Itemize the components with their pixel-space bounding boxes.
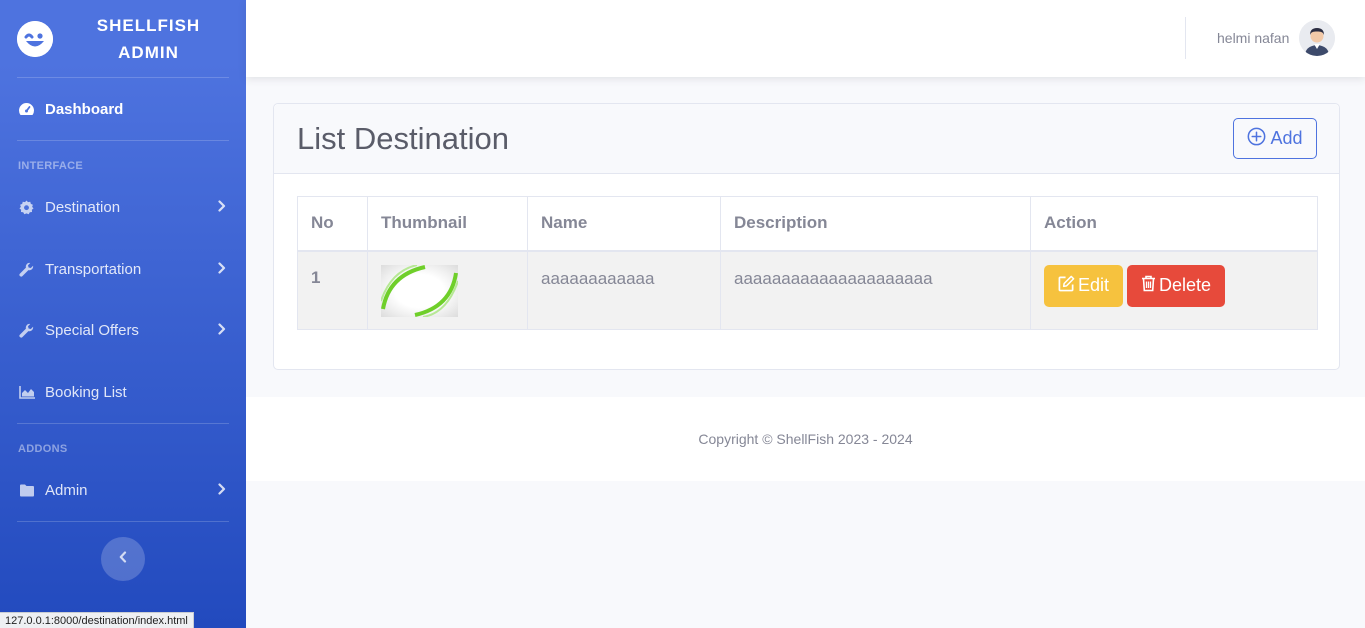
chevron-right-icon	[218, 482, 226, 498]
copyright-text: Copyright © ShellFish 2023 - 2024	[698, 431, 913, 447]
table-row: 1 aaaaaaaaaaaa aaaaaaaaaaaaaaaaaaaaa Edi…	[297, 250, 1318, 330]
edit-button[interactable]: Edit	[1044, 264, 1124, 307]
user-name[interactable]: helmi nafan	[1217, 30, 1289, 46]
chevron-right-icon	[218, 199, 226, 215]
sidebar: SHELLFISH ADMIN Dashboard INTERFACE Dest…	[0, 0, 246, 628]
brand-line-2: ADMIN	[118, 42, 179, 62]
edit-icon	[1058, 275, 1075, 297]
sidebar-item-destination[interactable]: Destination	[0, 191, 246, 223]
edit-button-label: Edit	[1078, 275, 1110, 295]
destination-description: aaaaaaaaaaaaaaaaaaaaa	[720, 250, 1031, 330]
sidebar-heading-addons: ADDONS	[0, 424, 246, 474]
row-number: 1	[297, 250, 368, 330]
sidebar-item-label: Admin	[45, 481, 88, 499]
plus-circle-icon	[1247, 127, 1266, 151]
brand-name: SHELLFISH ADMIN	[63, 12, 234, 66]
table-header-row: No Thumbnail Name Description Action	[297, 196, 1318, 252]
column-header[interactable]: Description	[720, 196, 1031, 252]
column-header[interactable]: Name	[527, 196, 721, 252]
sidebar-divider	[17, 521, 229, 522]
tachometer-icon	[18, 101, 35, 118]
delete-button[interactable]: Delete	[1127, 264, 1226, 307]
column-header[interactable]: Action	[1030, 196, 1318, 252]
browser-status-url: 127.0.0.1:8000/destination/index.html	[0, 612, 194, 628]
sidebar-heading-label: INTERFACE	[18, 160, 84, 172]
thumbnail-cell	[367, 250, 528, 330]
wrench-icon	[18, 261, 35, 278]
add-button[interactable]: Add	[1233, 118, 1317, 159]
avatar[interactable]	[1299, 20, 1335, 56]
delete-button-label: Delete	[1159, 275, 1212, 295]
wrench-icon	[18, 322, 35, 339]
sidebar-item-special-offers[interactable]: Special Offers	[0, 314, 246, 346]
sidebar-item-transportation[interactable]: Transportation	[0, 253, 246, 285]
sidebar-item-label: Special Offers	[45, 321, 139, 339]
cog-icon	[18, 199, 35, 216]
topbar-divider	[1185, 17, 1186, 59]
trash-icon	[1141, 275, 1156, 297]
sidebar-heading-label: ADDONS	[18, 443, 68, 455]
column-header[interactable]: No	[297, 196, 368, 252]
chevron-left-icon	[119, 550, 127, 568]
laugh-wink-icon	[17, 20, 53, 57]
column-header[interactable]: Thumbnail	[367, 196, 528, 252]
add-button-label: Add	[1270, 128, 1303, 148]
thumbnail-image	[381, 264, 458, 317]
brand-line-1: SHELLFISH	[96, 15, 201, 35]
sidebar-item-booking-list[interactable]: Booking List	[0, 376, 246, 408]
sidebar-brand[interactable]: SHELLFISH ADMIN	[0, 0, 246, 77]
sidebar-heading-interface: INTERFACE	[0, 141, 246, 191]
folder-icon	[18, 482, 35, 499]
destination-table: No Thumbnail Name Description Action 1 a…	[297, 196, 1318, 330]
chevron-right-icon	[218, 261, 226, 277]
action-cell: Edit Delete	[1030, 250, 1318, 330]
sidebar-item-label: Booking List	[45, 383, 127, 401]
chevron-right-icon	[218, 322, 226, 338]
sidebar-item-label: Destination	[45, 198, 121, 216]
footer: Copyright © ShellFish 2023 - 2024	[246, 397, 1365, 481]
sidebar-item-admin[interactable]: Admin	[0, 474, 246, 506]
chart-area-icon	[18, 384, 35, 401]
destination-card: List Destination Add No Thumbnail Name D…	[273, 103, 1340, 370]
sidebar-item-dashboard[interactable]: Dashboard	[0, 78, 246, 140]
sidebar-toggle-button[interactable]	[101, 537, 145, 581]
sidebar-item-label: Dashboard	[45, 100, 124, 118]
destination-name: aaaaaaaaaaaa	[527, 250, 721, 330]
page-title: List Destination	[297, 121, 509, 156]
sidebar-item-label: Transportation	[45, 260, 142, 278]
card-header: List Destination Add	[274, 104, 1339, 174]
topbar: helmi nafan	[246, 0, 1365, 77]
